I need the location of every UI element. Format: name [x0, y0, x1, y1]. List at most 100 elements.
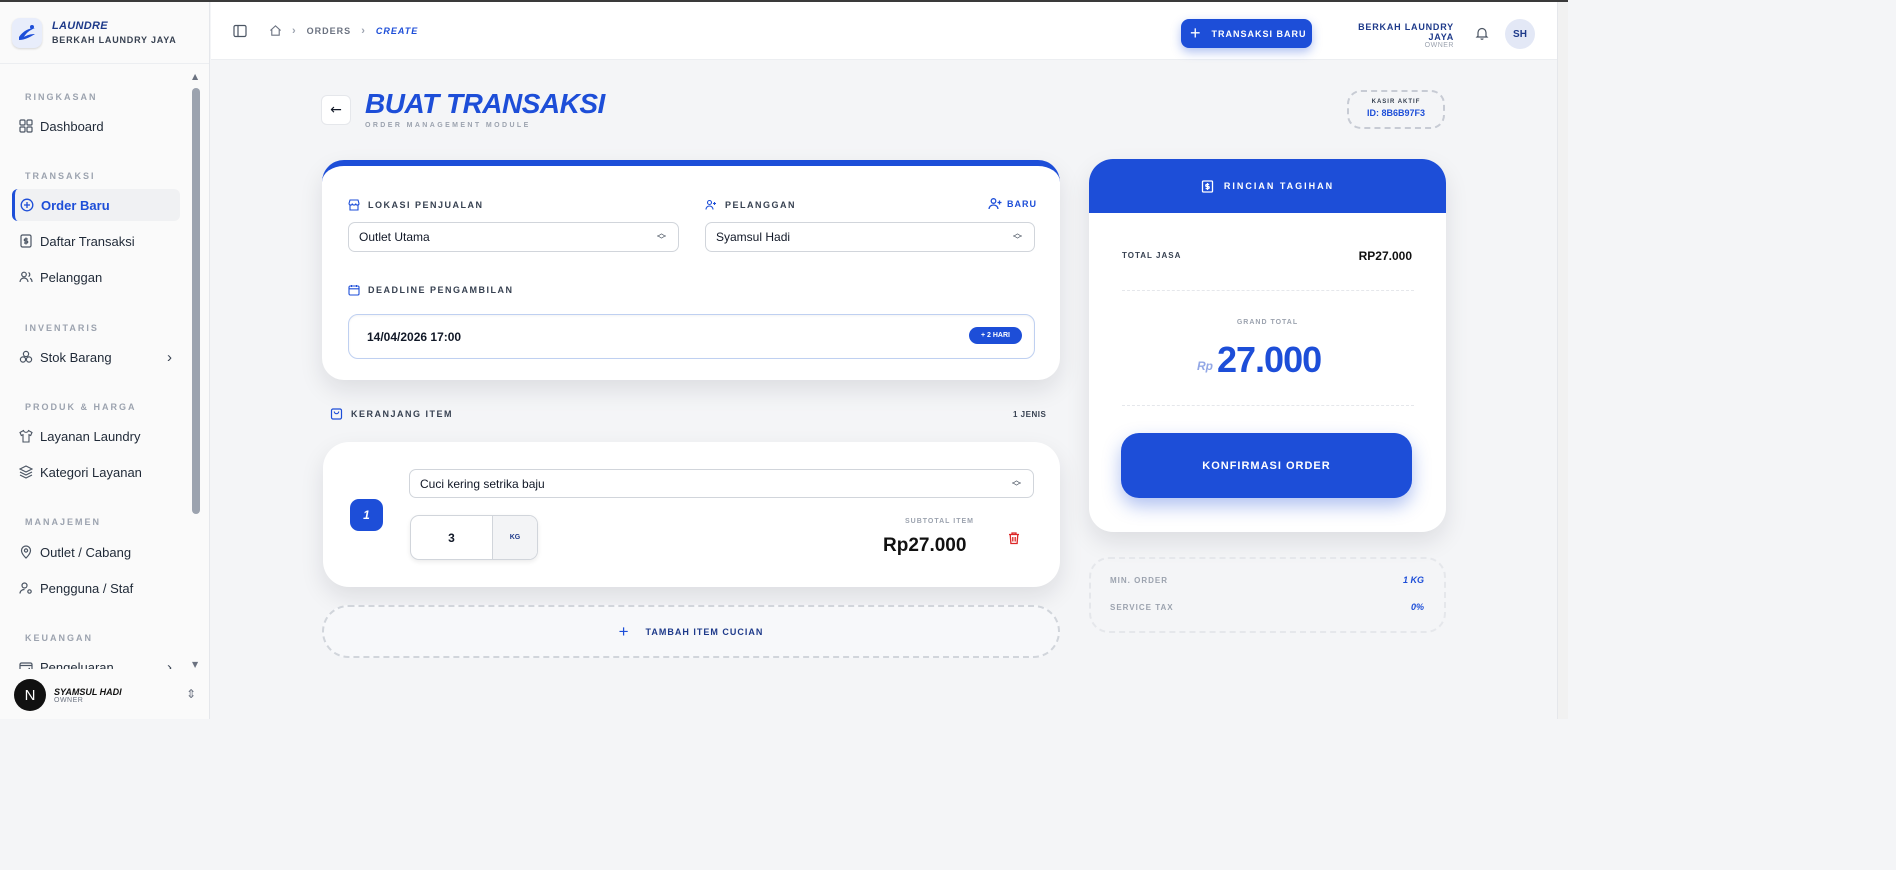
sidebar-item-label: Pengeluaran	[40, 659, 114, 670]
home-icon[interactable]	[269, 24, 282, 37]
chevrons-up-down-icon: ︿ ﹀	[1011, 475, 1021, 492]
sidebar-item-stok-barang[interactable]: Stok Barang ›	[12, 341, 180, 373]
service-select[interactable]: Cuci kering setrika baju ︿ ﹀	[409, 469, 1034, 498]
sidebar-item-label: Pengguna / Staf	[40, 580, 134, 596]
org-info: BERKAH LAUNDRY JAYA OWNER	[1336, 22, 1454, 49]
sidebar-toggle-icon[interactable]	[233, 24, 247, 38]
subtotal-label: SUBTOTAL ITEM	[905, 518, 974, 525]
grid-icon	[19, 119, 33, 133]
chevrons-up-down-icon: ︿ ﹀	[656, 228, 666, 245]
deadline-value: 14/04/2026 17:00	[367, 329, 462, 344]
user-plus-icon	[705, 199, 716, 210]
quantity-stepper[interactable]: 3 KG	[410, 515, 538, 560]
sidebar-item-order-baru[interactable]: Order Baru	[12, 189, 180, 221]
page-scrollbar[interactable]	[1557, 2, 1568, 719]
service-value: Cuci kering setrika baju	[420, 476, 545, 491]
receipt-icon	[20, 234, 32, 248]
user-name: SYAMSUL HADI	[54, 686, 122, 697]
location-label: LOKASI PENJUALAN	[348, 199, 484, 211]
location-value: Outlet Utama	[359, 230, 430, 244]
sidebar-scrollbar[interactable]	[192, 88, 200, 514]
breadcrumb-orders[interactable]: ORDERS	[307, 26, 352, 36]
brand-subtitle: BERKAH LAUNDRY JAYA	[52, 35, 177, 45]
user-switcher[interactable]: N SYAMSUL HADI OWNER ⇕	[0, 669, 210, 721]
org-role: OWNER	[1424, 42, 1454, 49]
location-select[interactable]: Outlet Utama ︿ ﹀	[348, 222, 679, 252]
cashier-id: ID: 8B6B97F3	[1366, 108, 1426, 118]
subtotal-value: Rp27.000	[883, 535, 967, 556]
new-customer-label: BARU	[1007, 199, 1037, 209]
location-label-text: LOKASI PENJUALAN	[368, 200, 484, 210]
sidebar-item-dashboard[interactable]: Dashboard	[12, 110, 180, 142]
breadcrumb-separator-icon: ›	[361, 24, 366, 37]
min-order-value: 1 KG	[1402, 575, 1424, 585]
user-cog-icon	[19, 582, 32, 594]
new-customer-button[interactable]: BARU	[988, 197, 1037, 211]
chevron-right-icon: ›	[167, 348, 172, 366]
cart-title: KERANJANG ITEM	[351, 408, 454, 419]
trash-icon[interactable]	[1007, 531, 1021, 545]
sidebar-item-kategori-layanan[interactable]: Kategori Layanan	[12, 456, 180, 488]
receipt-icon	[1201, 179, 1213, 193]
user-avatar[interactable]: SH	[1505, 19, 1535, 49]
sidebar-item-label: Outlet / Cabang	[40, 544, 132, 560]
scroll-down-icon[interactable]: ▼	[192, 660, 198, 669]
grand-total: Rp 27.000	[1197, 339, 1322, 381]
new-transaction-button[interactable]: + TRANSAKSI BARU	[1181, 19, 1312, 48]
breadcrumb-separator-icon: ›	[292, 24, 297, 37]
active-cashier-badge: KASIR AKTIF ID: 8B6B97F3	[1347, 90, 1445, 129]
sidebar-item-pengeluaran[interactable]: Pengeluaran ›	[12, 651, 180, 669]
deadline-offset-badge[interactable]: + 2 HARI	[969, 327, 1022, 344]
page-subtitle: ORDER MANAGEMENT MODULE	[365, 122, 531, 129]
calendar-clock-icon	[348, 285, 360, 296]
cart-item-card: 1 Cuci kering setrika baju ︿ ﹀ 3 KG SUBTO…	[323, 442, 1060, 587]
min-order-label: MIN. ORDER	[1110, 576, 1168, 585]
customer-select[interactable]: Syamsul Hadi ︿ ﹀	[705, 222, 1035, 252]
cashier-label: KASIR AKTIF	[1371, 99, 1421, 105]
shopping-bag-icon	[330, 408, 343, 420]
breadcrumb-create: CREATE	[375, 25, 419, 36]
sidebar: LAUNDRE BERKAH LAUNDRY JAYA RINGKASAN Da…	[0, 2, 210, 719]
sidebar-item-label: Daftar Transaksi	[40, 233, 135, 249]
sidebar-item-label: Kategori Layanan	[40, 464, 142, 480]
item-index-badge: 1	[350, 499, 383, 531]
add-item-button[interactable]: + TAMBAH ITEM CUCIAN	[322, 605, 1060, 658]
plus-icon: +	[618, 621, 630, 641]
store-icon	[348, 199, 360, 211]
section-transaksi: TRANSAKSI	[25, 171, 96, 181]
sidebar-item-daftar-transaksi[interactable]: Daftar Transaksi	[12, 225, 180, 257]
bell-icon[interactable]	[1475, 26, 1489, 40]
order-meta-info: MIN. ORDER 1 KG SERVICE TAX 0%	[1089, 557, 1446, 633]
chevron-right-icon: ›	[167, 658, 172, 670]
new-transaction-label: TRANSAKSI BARU	[1211, 28, 1307, 39]
deadline-input[interactable]: 14/04/2026 17:00 + 2 HARI	[348, 314, 1035, 359]
bill-header: RINCIAN TAGIHAN	[1089, 159, 1446, 213]
sidebar-item-pengguna-staf[interactable]: Pengguna / Staf	[12, 572, 180, 604]
chevrons-up-down-icon: ︿ ﹀	[1012, 228, 1022, 245]
users-icon	[19, 271, 33, 283]
section-produk-harga: PRODUK & HARGA	[25, 402, 137, 412]
sidebar-item-pelanggan[interactable]: Pelanggan	[12, 261, 180, 293]
total-service-value: RP27.000	[1358, 249, 1412, 263]
brand[interactable]: LAUNDRE BERKAH LAUNDRY JAYA	[0, 2, 209, 64]
grand-total-label: GRAND TOTAL	[1236, 319, 1299, 326]
plus-icon: +	[1190, 23, 1202, 43]
sidebar-item-layanan-laundry[interactable]: Layanan Laundry	[12, 420, 180, 452]
back-button[interactable]: ←	[321, 95, 351, 125]
brand-name: LAUNDRE	[52, 20, 108, 32]
quantity-value[interactable]: 3	[411, 516, 492, 559]
topbar: › ORDERS › CREATE + TRANSAKSI BARU BERKA…	[211, 2, 1557, 60]
confirm-order-button[interactable]: KONFIRMASI ORDER	[1121, 433, 1412, 498]
sidebar-item-label: Order Baru	[41, 197, 110, 213]
page-title: BUAT TRANSAKSI	[365, 88, 605, 119]
add-item-label: TAMBAH ITEM CUCIAN	[645, 626, 764, 637]
boxes-icon	[19, 350, 33, 363]
grand-total-value: 27.000	[1217, 339, 1322, 380]
sidebar-item-outlet-cabang[interactable]: Outlet / Cabang	[12, 536, 180, 568]
scroll-up-icon[interactable]: ▲	[192, 72, 198, 81]
divider	[1122, 290, 1414, 291]
layers-icon	[19, 465, 33, 479]
wallet-icon	[19, 662, 33, 669]
service-tax-label: SERVICE TAX	[1110, 603, 1174, 612]
cart-header: KERANJANG ITEM	[330, 407, 453, 420]
